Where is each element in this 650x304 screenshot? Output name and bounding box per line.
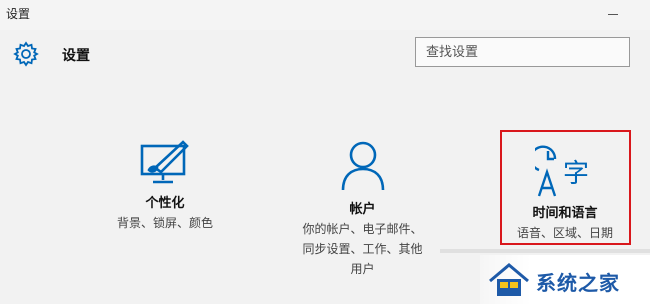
search-input[interactable] xyxy=(416,38,629,66)
accounts-icon xyxy=(341,141,384,191)
tile-personalization[interactable]: 个性化 背景、锁屏、颜色 xyxy=(90,140,240,233)
tile-name: 个性化 xyxy=(145,196,185,211)
page-title: 设置 xyxy=(62,48,90,64)
watermark-text: 系统之家 xyxy=(536,271,620,295)
watermark: 系统之家 xyxy=(480,255,650,304)
tile-description: 背景、锁屏、颜色 xyxy=(116,216,213,230)
window-title: 设置 xyxy=(6,7,31,21)
minimize-button[interactable] xyxy=(600,4,630,24)
title-bar: 设置 xyxy=(0,0,650,30)
search-box[interactable] xyxy=(415,37,630,67)
house-logo-icon xyxy=(489,263,529,296)
tile-description: 你的帐户、电子邮件、 同步设置、工作、其他 用户 xyxy=(302,222,423,276)
gear-icon xyxy=(13,41,39,67)
tile-accounts[interactable]: 帐户 你的帐户、电子邮件、 同步设置、工作、其他 用户 xyxy=(270,140,455,279)
header: 设置 xyxy=(0,30,650,78)
highlight-frame xyxy=(500,130,631,245)
scroll-strip xyxy=(440,249,650,253)
tile-name: 帐户 xyxy=(349,202,376,217)
personalization-icon xyxy=(140,140,189,184)
